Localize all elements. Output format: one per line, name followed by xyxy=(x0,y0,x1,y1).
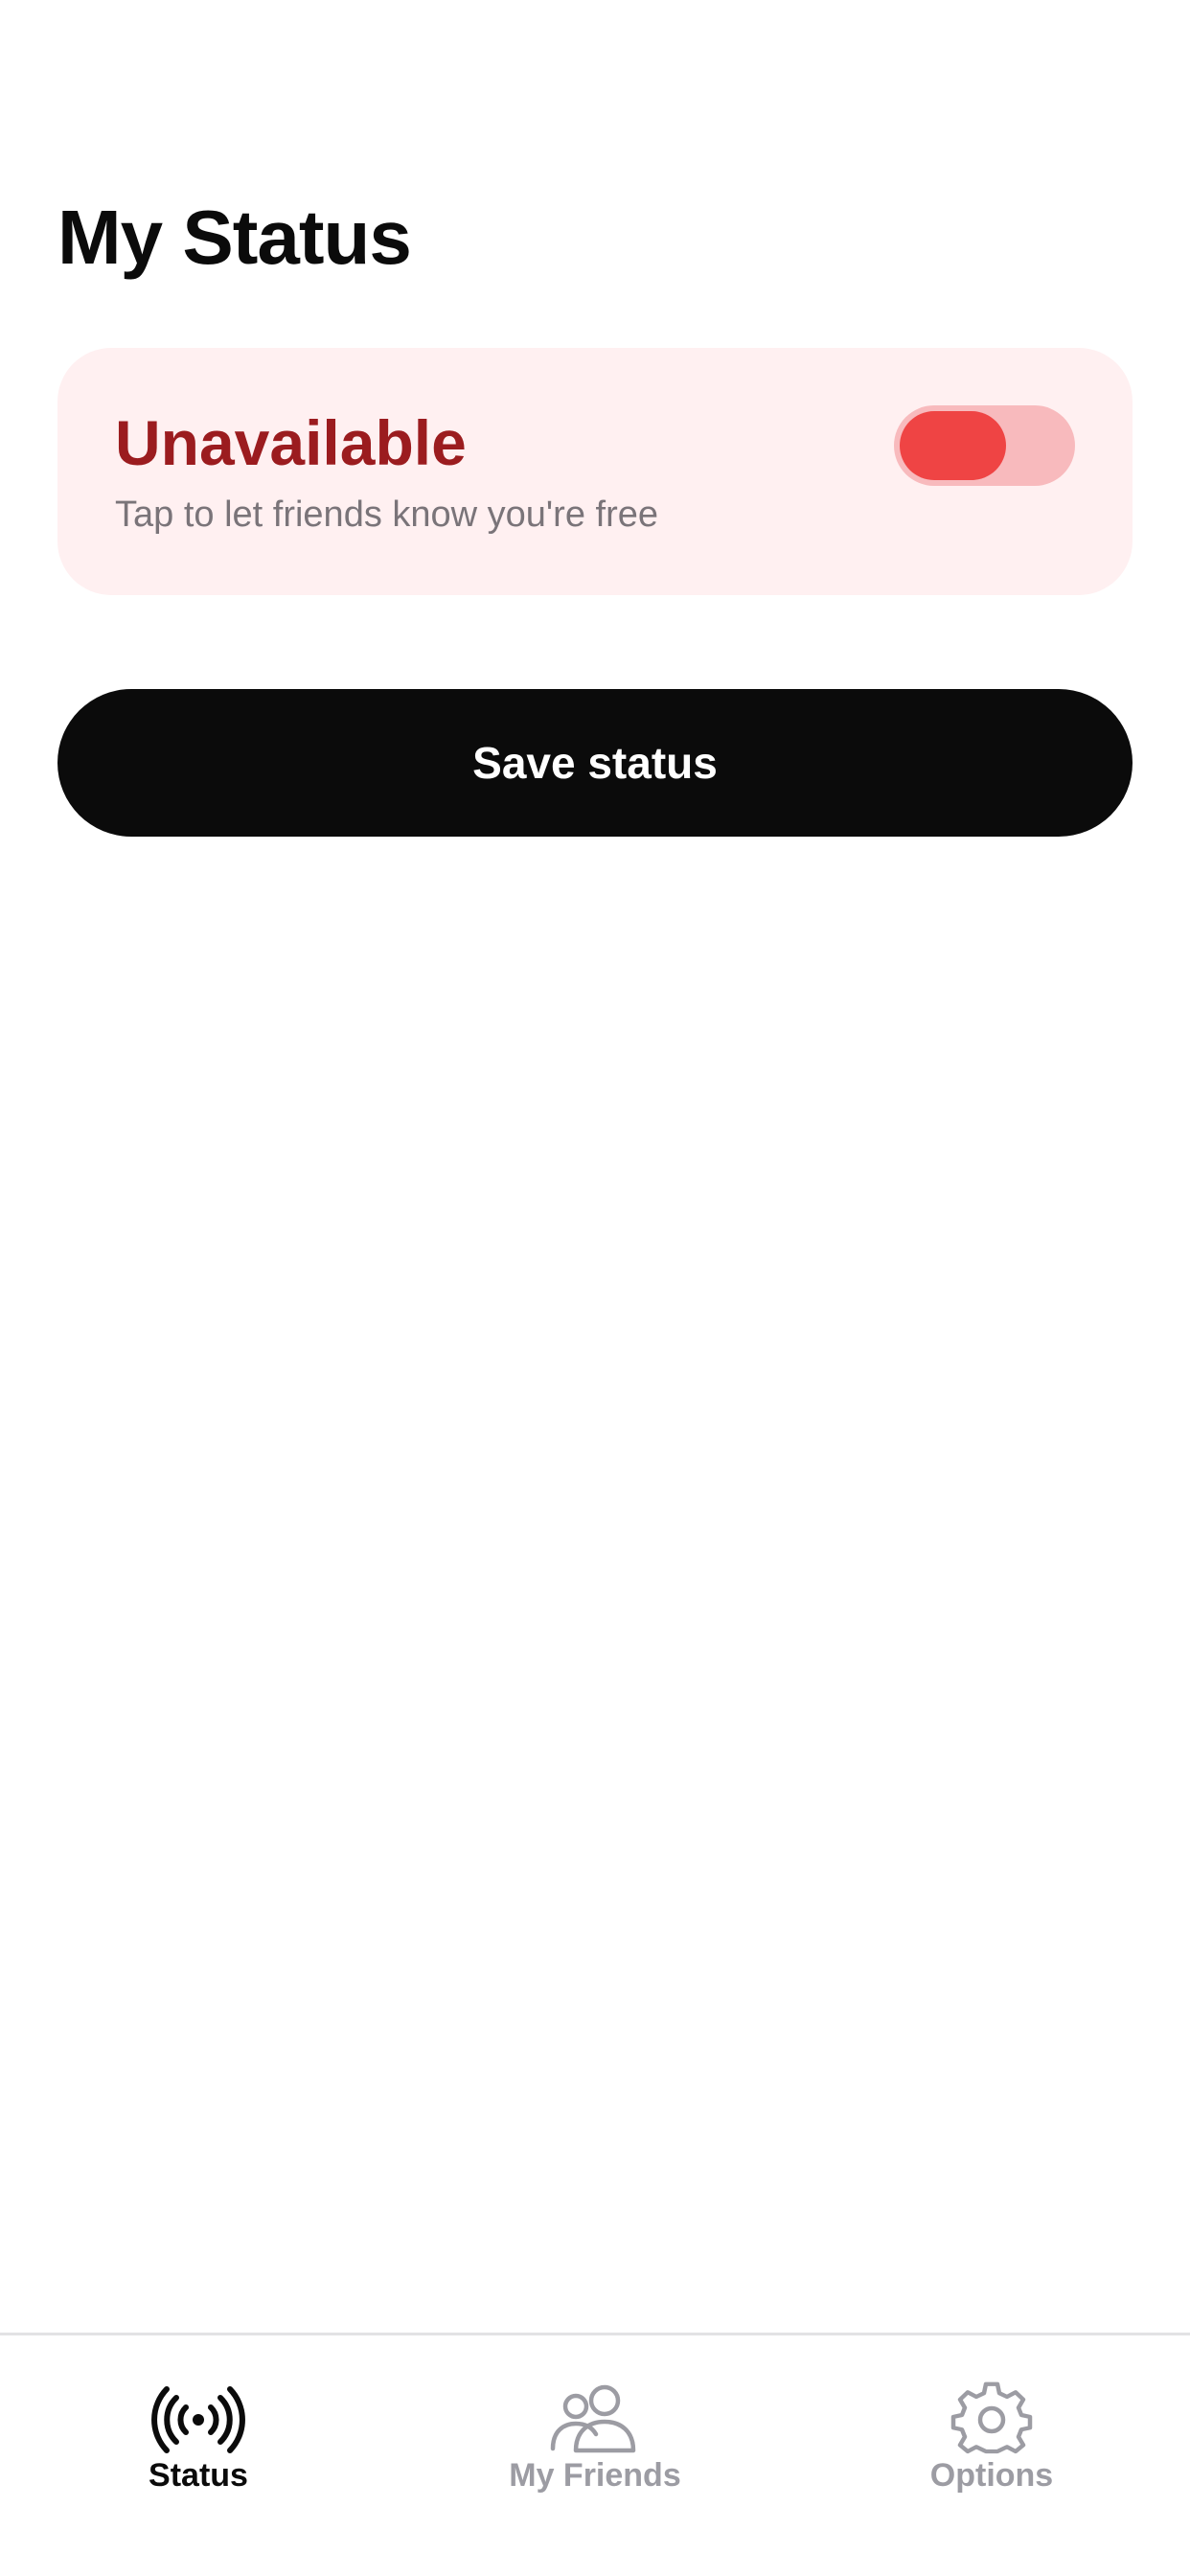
tab-label: My Friends xyxy=(509,2457,681,2494)
page-title: My Status xyxy=(57,195,412,280)
availability-toggle[interactable] xyxy=(894,405,1075,486)
users-icon xyxy=(547,2381,643,2458)
save-status-button[interactable]: Save status xyxy=(57,689,1133,837)
broadcast-icon xyxy=(150,2381,246,2458)
status-subtext: Tap to let friends know you're free xyxy=(115,494,658,535)
gear-icon xyxy=(944,2381,1040,2458)
status-card[interactable]: Unavailable Tap to let friends know you'… xyxy=(57,348,1133,595)
tab-options[interactable]: Options xyxy=(793,2335,1190,2527)
tab-label: Options xyxy=(929,2457,1054,2494)
status-screen: My Status Unavailable Tap to let friends… xyxy=(0,0,1190,2576)
toggle-knob xyxy=(900,411,1006,480)
status-heading: Unavailable xyxy=(115,407,467,478)
tab-bar: Status My Friends Options xyxy=(0,2333,1190,2576)
tab-label: Status xyxy=(149,2457,248,2494)
tab-status[interactable]: Status xyxy=(0,2335,397,2527)
tab-my-friends[interactable]: My Friends xyxy=(397,2335,793,2527)
